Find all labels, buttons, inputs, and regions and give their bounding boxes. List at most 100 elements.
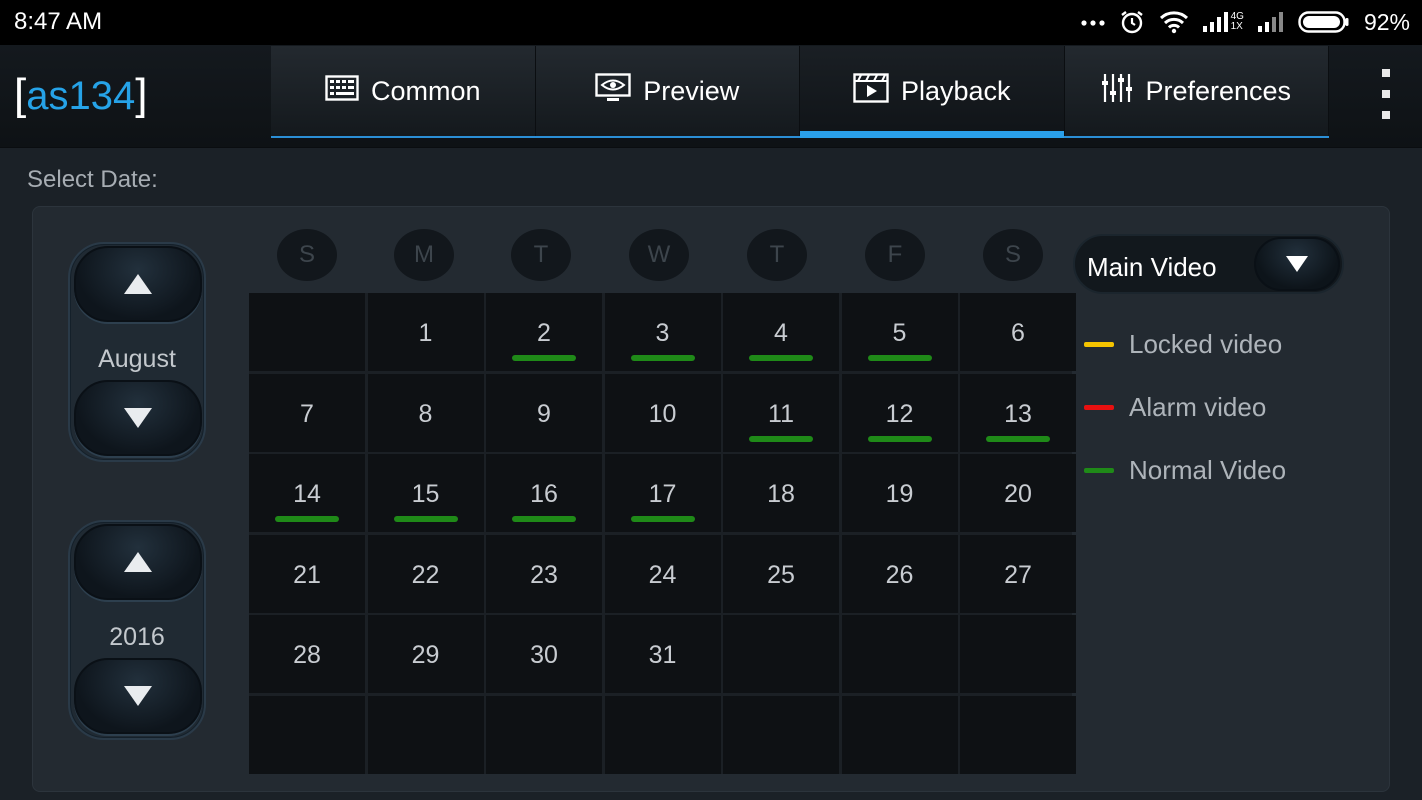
calendar-day-number: 10 bbox=[648, 399, 677, 428]
overflow-menu-button[interactable] bbox=[1380, 69, 1392, 119]
legend-swatch-alarm bbox=[1084, 404, 1114, 410]
weekday-friday: F bbox=[865, 229, 925, 281]
normal-video-indicator bbox=[275, 516, 339, 523]
calendar-empty-cell bbox=[604, 695, 721, 774]
tab-preview[interactable]: Preview bbox=[535, 46, 800, 136]
calendar-day[interactable]: 2 bbox=[486, 293, 602, 371]
month-value: August bbox=[98, 345, 176, 373]
wifi-icon bbox=[1159, 10, 1189, 34]
legend-label-normal: Normal Video bbox=[1129, 454, 1287, 485]
calendar-day[interactable]: 15 bbox=[367, 454, 484, 533]
tab-common[interactable]: Common bbox=[271, 46, 536, 136]
normal-video-indicator bbox=[986, 435, 1050, 442]
calendar-day[interactable]: 1 bbox=[367, 293, 484, 371]
calendar-day-number: 6 bbox=[1011, 319, 1025, 347]
calendar-day[interactable]: 9 bbox=[486, 373, 602, 452]
calendar-day[interactable]: 30 bbox=[486, 615, 602, 694]
calendar-day[interactable]: 13 bbox=[960, 373, 1076, 452]
calendar-day-number: 9 bbox=[537, 399, 551, 428]
calendar-day[interactable]: 29 bbox=[367, 615, 484, 694]
calendar-day[interactable]: 21 bbox=[249, 534, 365, 613]
month-up-button[interactable] bbox=[74, 246, 202, 322]
calendar-day-number: 4 bbox=[774, 319, 788, 347]
legend-label-alarm: Alarm video bbox=[1129, 391, 1267, 422]
calendar-day-number: 29 bbox=[411, 641, 440, 670]
calendar-day[interactable]: 26 bbox=[841, 534, 958, 613]
calendar-day[interactable]: 17 bbox=[604, 454, 721, 533]
calendar-day[interactable]: 18 bbox=[723, 454, 839, 533]
calendar-day[interactable]: 20 bbox=[960, 454, 1076, 533]
tab-playback[interactable]: Playback bbox=[800, 46, 1065, 138]
calendar-day-number: 28 bbox=[293, 641, 321, 670]
legend-swatch-locked bbox=[1084, 341, 1114, 347]
legend-locked: Locked video bbox=[1084, 329, 1282, 359]
calendar-day-number: 27 bbox=[1004, 560, 1032, 589]
calendar-day[interactable]: 8 bbox=[367, 373, 484, 452]
normal-video-indicator bbox=[867, 435, 932, 442]
calendar-day[interactable]: 27 bbox=[960, 534, 1076, 613]
calendar-day[interactable]: 12 bbox=[841, 373, 958, 452]
normal-video-indicator bbox=[393, 516, 458, 523]
alarm-clock-icon bbox=[1119, 9, 1145, 35]
weekday-thursday: T bbox=[747, 229, 807, 281]
calendar-day[interactable]: 23 bbox=[486, 534, 602, 613]
month-down-button[interactable] bbox=[74, 380, 202, 456]
stream-type-dropdown[interactable]: Main Video bbox=[1073, 234, 1344, 294]
calendar-empty-cell bbox=[841, 695, 958, 774]
weekday-tuesday: T bbox=[511, 229, 571, 281]
network-1x-label: 1X bbox=[1230, 21, 1243, 32]
chevron-down-icon bbox=[1286, 256, 1308, 272]
status-bar: 8:47 AM 4G 1X 92% bbox=[0, 0, 1422, 45]
calendar-day[interactable]: 11 bbox=[723, 373, 839, 452]
calendar-day-number: 3 bbox=[655, 319, 670, 347]
normal-video-indicator bbox=[512, 516, 576, 523]
calendar-day[interactable]: 14 bbox=[249, 454, 365, 533]
weekday-saturday: S bbox=[983, 229, 1043, 281]
calendar-day[interactable]: 19 bbox=[841, 454, 958, 533]
status-time: 8:47 AM bbox=[14, 8, 103, 35]
calendar-day[interactable]: 28 bbox=[249, 615, 365, 694]
calendar-empty-cell bbox=[723, 615, 839, 694]
calendar-day[interactable]: 10 bbox=[604, 373, 721, 452]
legend-swatch-normal bbox=[1084, 467, 1114, 473]
normal-video-indicator bbox=[749, 435, 813, 442]
tab-preview-label: Preview bbox=[643, 75, 740, 106]
arrow-down-icon bbox=[124, 408, 152, 428]
sliders-icon bbox=[1101, 73, 1133, 110]
calendar-day[interactable]: 6 bbox=[960, 293, 1076, 371]
calendar-day-number: 7 bbox=[300, 399, 314, 428]
calendar-day[interactable]: 7 bbox=[249, 373, 365, 452]
arrow-up-icon bbox=[124, 274, 152, 294]
stream-type-value: Main Video bbox=[1087, 252, 1217, 282]
calendar-day[interactable]: 31 bbox=[604, 615, 721, 694]
calendar-day-number: 11 bbox=[768, 399, 794, 428]
battery-percent: 92% bbox=[1363, 8, 1410, 35]
calendar-empty-cell bbox=[960, 695, 1076, 774]
normal-video-indicator bbox=[630, 516, 695, 523]
calendar-day[interactable]: 3 bbox=[604, 293, 721, 371]
device-name: as134 bbox=[26, 74, 136, 118]
dropdown-button[interactable] bbox=[1254, 237, 1340, 291]
calendar-day-number: 16 bbox=[530, 480, 558, 509]
legend-normal: Normal Video bbox=[1084, 455, 1286, 485]
overflow-dot bbox=[1382, 69, 1390, 77]
tab-preferences[interactable]: Preferences bbox=[1064, 46, 1329, 136]
calendar-day-number: 30 bbox=[530, 641, 558, 670]
calendar-empty-cell bbox=[367, 695, 484, 774]
calendar-day[interactable]: 5 bbox=[841, 293, 958, 371]
calendar-day-number: 20 bbox=[1004, 480, 1032, 509]
battery-icon bbox=[1298, 10, 1350, 34]
calendar-day[interactable]: 16 bbox=[486, 454, 602, 533]
calendar-empty-cell bbox=[841, 615, 958, 694]
normal-video-indicator bbox=[630, 355, 695, 361]
overflow-dot bbox=[1382, 111, 1390, 119]
signal-icon bbox=[1257, 12, 1284, 32]
calendar-day[interactable]: 22 bbox=[367, 534, 484, 613]
year-up-button[interactable] bbox=[74, 524, 202, 600]
film-play-icon bbox=[853, 72, 889, 110]
year-down-button[interactable] bbox=[74, 658, 202, 734]
tab-playback-label: Playback bbox=[900, 75, 1011, 106]
calendar-day[interactable]: 24 bbox=[604, 534, 721, 613]
calendar-day[interactable]: 4 bbox=[723, 293, 839, 371]
calendar-day[interactable]: 25 bbox=[723, 534, 839, 613]
